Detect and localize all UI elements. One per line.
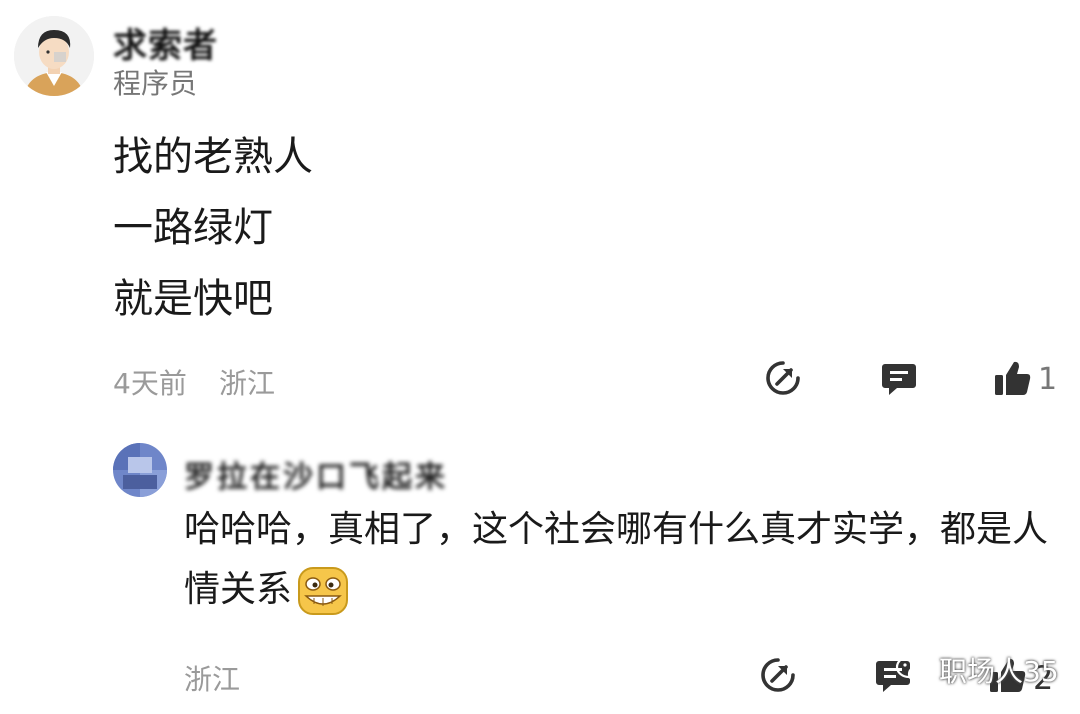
comment-time: 4天前 (113, 367, 187, 400)
like-count: 1 (1038, 362, 1058, 397)
wechat-icon (895, 655, 931, 684)
share-icon[interactable] (758, 655, 798, 695)
reply-location: 浙江 (184, 663, 241, 696)
comment-icon[interactable] (879, 358, 919, 398)
watermark: 职场人35 (895, 650, 1059, 690)
reply-username[interactable]: 罗拉在沙口飞起来 (184, 452, 448, 496)
reply-text: 哈哈哈，真相了，这个社会哪有什么真才实学，都是人情关系 (184, 500, 1064, 620)
comment-line: 就是快吧 (113, 276, 273, 322)
avatar-image (14, 16, 94, 96)
share-icon[interactable] (763, 358, 803, 398)
avatar-image (113, 443, 167, 497)
comment-line: 找的老熟人 (113, 134, 313, 180)
thumbs-up-icon[interactable] (993, 358, 1033, 398)
user-title: 程序员 (113, 67, 198, 100)
comment-location: 浙江 (219, 367, 276, 400)
comment-username[interactable]: 求索者 (113, 18, 218, 67)
user-avatar[interactable] (14, 16, 94, 96)
watermark-text: 职场人35 (939, 655, 1059, 688)
reply-avatar[interactable] (113, 443, 167, 497)
comment-line: 一路绿灯 (113, 205, 273, 251)
grin-emoji (296, 564, 350, 618)
